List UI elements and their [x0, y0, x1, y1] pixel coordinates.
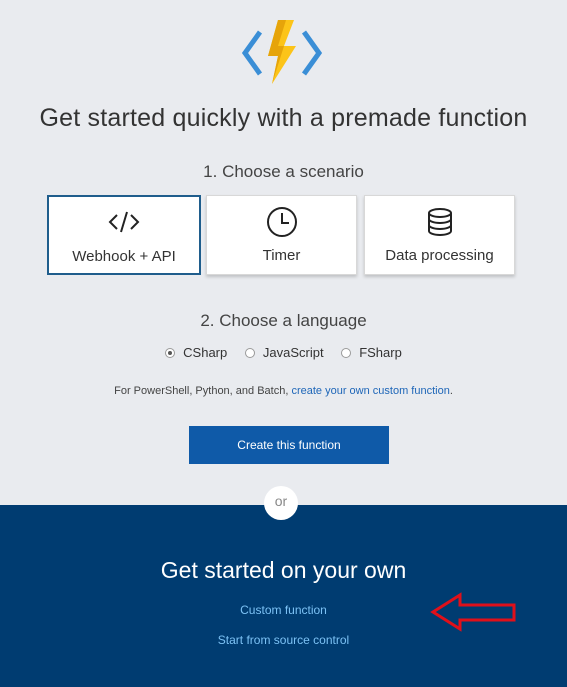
code-brackets-icon [108, 211, 140, 233]
scenario-card-label: Timer [262, 247, 301, 264]
note-suffix: . [449, 385, 453, 397]
scenario-heading: 1. Choose a scenario [203, 162, 364, 181]
language-radio-csharp[interactable]: CSharp [165, 345, 227, 360]
scenario-card-label: Data processing [385, 247, 494, 264]
language-options: CSharp JavaScript FSharp [0, 344, 567, 360]
language-heading: 2. Choose a language [200, 311, 367, 330]
scenario-card-timer[interactable]: Timer [206, 195, 357, 275]
radio-selected-icon [165, 348, 176, 359]
or-divider: or [264, 486, 298, 520]
other-languages-note: For PowerShell, Python, and Batch, creat… [0, 385, 567, 397]
language-radio-fsharp[interactable]: FSharp [341, 345, 402, 360]
radio-empty-icon [341, 348, 352, 359]
scenario-card-data-processing[interactable]: Data processing [364, 195, 515, 275]
language-option-label: JavaScript [262, 345, 324, 361]
create-function-button[interactable]: Create this function [189, 426, 389, 464]
language-radio-javascript[interactable]: JavaScript [244, 345, 324, 361]
scenario-card-webhook[interactable]: Webhook + API [47, 195, 201, 275]
clock-icon [266, 207, 297, 237]
red-arrow-annotation-icon [430, 592, 516, 632]
create-custom-function-link[interactable]: create your own custom function [291, 385, 449, 397]
database-icon [427, 208, 452, 236]
language-option-label: CSharp [183, 345, 228, 361]
premade-section: Get started quickly with a premade funct… [0, 0, 567, 505]
page-headline: Get started quickly with a premade funct… [39, 104, 528, 132]
note-text: For PowerShell, Python, and Batch, [114, 385, 292, 397]
radio-empty-icon [244, 348, 255, 359]
language-option-label: FSharp [359, 345, 402, 361]
own-section-title: Get started on your own [160, 557, 407, 583]
azure-functions-logo-icon [242, 20, 322, 84]
source-control-link[interactable]: Start from source control [0, 633, 567, 647]
scenario-card-label: Webhook + API [72, 248, 176, 265]
